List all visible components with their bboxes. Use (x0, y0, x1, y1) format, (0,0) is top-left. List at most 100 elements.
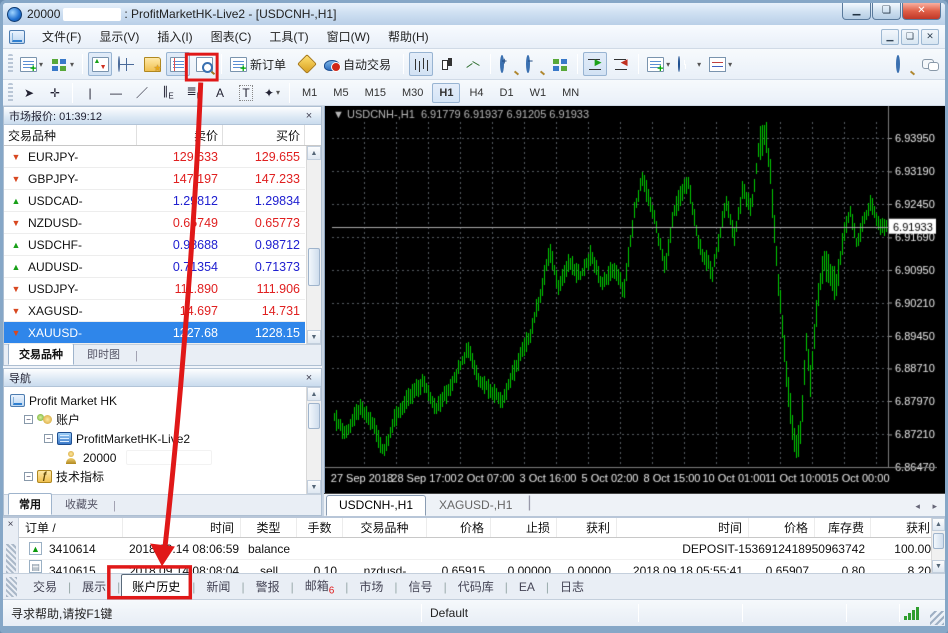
terminal-column-0[interactable]: 订单 / (19, 518, 123, 537)
tree-item-broker[interactable]: Profit Market HK (10, 391, 321, 410)
cursor-button[interactable]: ➤ (17, 81, 41, 105)
timeframe-m15[interactable]: M15 (358, 83, 393, 103)
market-watch-scrollbar[interactable]: ▲ ▼ (306, 146, 321, 344)
terminal-tab-2[interactable]: 账户历史 (121, 574, 191, 599)
scroll-up-icon[interactable]: ▲ (307, 387, 321, 401)
close-icon[interactable]: × (8, 518, 14, 530)
timeframe-w1[interactable]: W1 (523, 83, 554, 103)
scroll-up-icon[interactable]: ▲ (932, 518, 945, 531)
new-chart-button[interactable]: +▾ (17, 52, 46, 76)
resize-grip[interactable] (930, 611, 944, 625)
tab-favorites[interactable]: 收藏夹 (54, 493, 109, 515)
periods-button[interactable]: ▾ (675, 52, 704, 76)
terminal-tab-10[interactable]: 日志 (550, 575, 594, 598)
menu-item-4[interactable]: 工具(T) (260, 25, 317, 48)
collapse-icon[interactable]: − (24, 472, 33, 481)
new-order-button[interactable]: +新订单 (227, 52, 293, 76)
tab-scroll-right-icon[interactable]: ▸ (932, 501, 937, 511)
navigator-toggle[interactable] (140, 52, 164, 76)
terminal-column-4[interactable]: 交易品种 (343, 518, 427, 537)
zoom-in-button[interactable]: + (496, 52, 520, 76)
terminal-tab-0[interactable]: 交易 (23, 575, 67, 598)
vertical-line-button[interactable]: | (78, 81, 102, 105)
tree-item-account[interactable]: 20000 (64, 448, 321, 467)
tree-item-indicators[interactable]: − ƒ 技术指标 (24, 467, 321, 486)
terminal-scrollbar[interactable]: ▲ ▼ (931, 518, 945, 573)
scrollbar-thumb[interactable] (308, 403, 320, 429)
tree-item-server[interactable]: − ProfitMarketHK-Live2 (44, 429, 321, 448)
chart-shift-button[interactable] (609, 52, 633, 76)
menu-item-1[interactable]: 显示(V) (90, 25, 148, 48)
channel-button[interactable]: ∥E (156, 81, 180, 105)
text-button[interactable]: A (208, 81, 232, 105)
title-bar[interactable]: 20000 : ProfitMarketHK-Live2 - [USDCNH-,… (3, 3, 945, 25)
tab-tick-chart[interactable]: 即时图 (76, 343, 131, 365)
fibonacci-button[interactable]: ≣F (182, 81, 206, 105)
drag-handle[interactable] (6, 577, 17, 597)
terminal-column-7[interactable]: 获利 (557, 518, 617, 537)
timeframe-d1[interactable]: D1 (493, 83, 521, 103)
market-watch-row-eurjpy[interactable]: ▼EURJPY-129.633129.655 (4, 146, 305, 168)
data-window-button[interactable] (114, 52, 138, 76)
terminal-tab-1[interactable]: 展示 (72, 575, 116, 598)
chart-tab-xagusd[interactable]: XAGUSD-,H1 (426, 495, 525, 516)
menu-item-2[interactable]: 插入(I) (148, 25, 201, 48)
scroll-down-icon[interactable]: ▼ (307, 480, 321, 494)
terminal-tab-9[interactable]: EA (509, 577, 545, 597)
auto-scroll-button[interactable] (583, 52, 607, 76)
scroll-up-icon[interactable]: ▲ (307, 146, 321, 160)
search-button[interactable] (892, 52, 916, 76)
terminal-column-2[interactable]: 类型 (241, 518, 297, 537)
market-watch-row-xagusd[interactable]: ▼XAGUSD-14.69714.731 (4, 300, 305, 322)
terminal-tab-8[interactable]: 代码库 (448, 575, 504, 598)
column-ask[interactable]: 买价 (223, 125, 305, 145)
terminal-column-9[interactable]: 价格 (749, 518, 815, 537)
market-watch-row-nzdusd[interactable]: ▼NZDUSD-0.657490.65773 (4, 212, 305, 234)
table-row-balance[interactable]: ▲ 3410614 2018.09.14 08:06:59 balance DE… (19, 538, 931, 560)
timeframe-mn[interactable]: MN (555, 83, 586, 103)
tab-common[interactable]: 常用 (8, 493, 52, 515)
terminal-tab-4[interactable]: 警报 (246, 575, 290, 598)
tab-symbols[interactable]: 交易品种 (8, 343, 74, 365)
scroll-down-icon[interactable]: ▼ (307, 330, 321, 344)
menu-item-3[interactable]: 图表(C) (202, 25, 261, 48)
profiles-button[interactable]: ▾ (48, 52, 77, 76)
menu-item-0[interactable]: 文件(F) (33, 25, 90, 48)
scrollbar-thumb[interactable] (933, 533, 944, 549)
close-button[interactable]: ✕ (902, 3, 941, 20)
line-chart-button[interactable] (461, 52, 485, 76)
metaeditor-button[interactable] (295, 52, 319, 76)
maximize-button[interactable]: ❏ (872, 3, 901, 20)
label-button[interactable]: T (234, 81, 258, 105)
market-watch-row-xauusd[interactable]: ▼XAUUSD-1227.681228.15 (4, 322, 305, 344)
tab-scroll-left-icon[interactable]: ◂ (915, 501, 920, 511)
table-row-trade[interactable]: ▤ 3410615 2018.09.14 08:08:04 sell 0.10 … (19, 560, 931, 573)
market-watch-row-gbpjpy[interactable]: ▼GBPJPY-147.197147.233 (4, 168, 305, 190)
navigator-titlebar[interactable]: 导航 × (4, 369, 321, 387)
terminal-column-5[interactable]: 价格 (427, 518, 491, 537)
chart-tab-usdcnh[interactable]: USDCNH-,H1 (326, 495, 426, 516)
market-watch-row-usdchf[interactable]: ▲USDCHF-0.986880.98712 (4, 234, 305, 256)
chat-button[interactable] (918, 52, 942, 76)
market-watch-toggle[interactable] (88, 52, 112, 76)
market-watch-titlebar[interactable]: 市场报价: 01:39:12 × (4, 107, 321, 125)
price-chart-canvas[interactable] (325, 106, 937, 493)
terminal-column-10[interactable]: 库存费 (815, 518, 871, 537)
timeframe-m1[interactable]: M1 (295, 83, 324, 103)
timeframe-m30[interactable]: M30 (395, 83, 430, 103)
market-watch-row-usdcad[interactable]: ▲USDCAD-1.298121.29834 (4, 190, 305, 212)
mdi-minimize-button[interactable]: ▁ (881, 29, 899, 45)
terminal-column-1[interactable]: 时间 (123, 518, 241, 537)
collapse-icon[interactable]: − (44, 434, 53, 443)
minimize-button[interactable]: ▁ (842, 3, 871, 20)
strategy-tester-button[interactable] (192, 52, 216, 76)
drag-handle[interactable] (6, 544, 16, 573)
timeframe-h4[interactable]: H4 (462, 83, 490, 103)
column-bid[interactable]: 卖价 (137, 125, 223, 145)
timeframe-m5[interactable]: M5 (326, 83, 355, 103)
candlestick-button[interactable] (435, 52, 459, 76)
scrollbar-thumb[interactable] (308, 248, 320, 286)
collapse-icon[interactable]: − (24, 415, 33, 424)
tree-item-accounts[interactable]: − 账户 (24, 410, 321, 429)
indicators-button[interactable]: +▾ (644, 52, 673, 76)
